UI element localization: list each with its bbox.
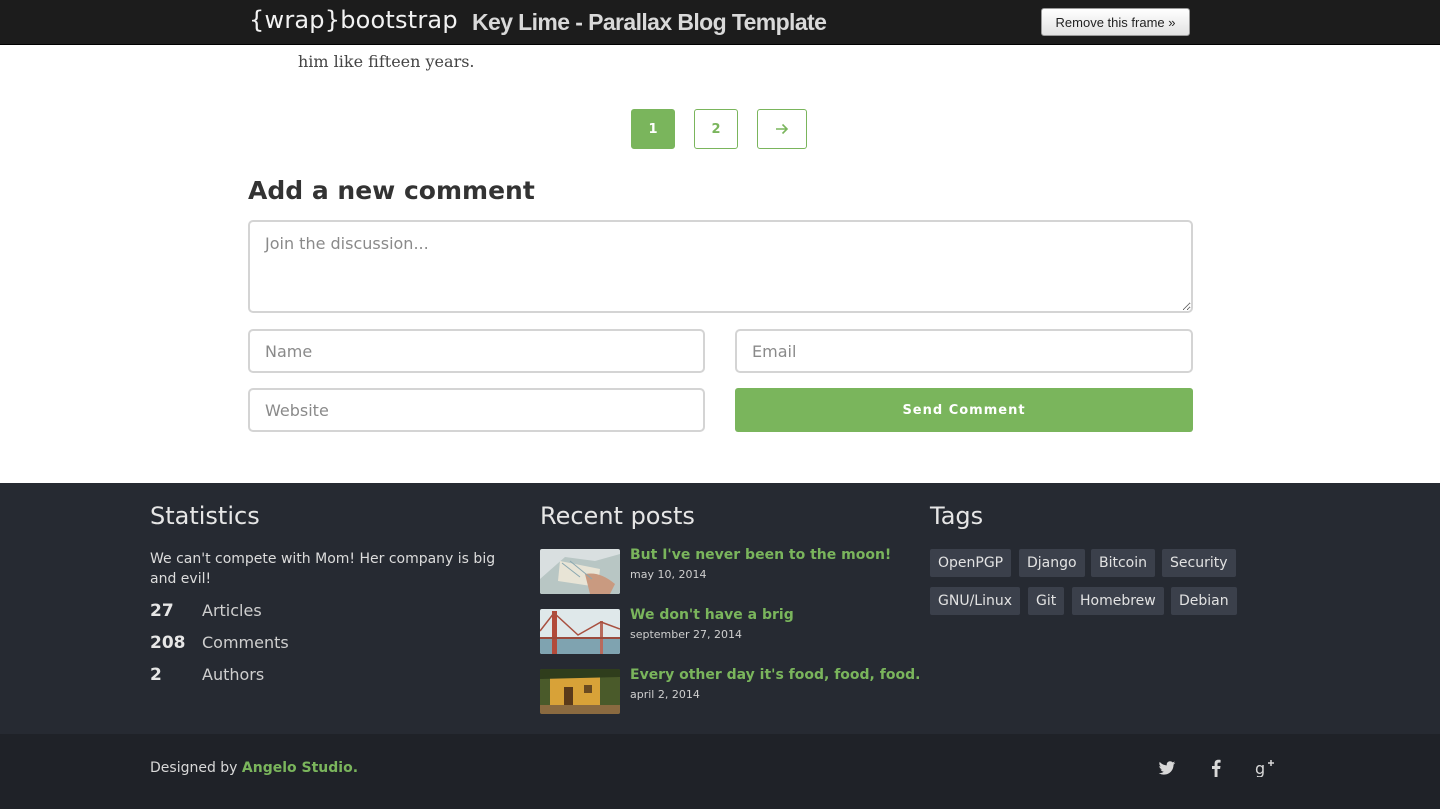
stat-value: 2 xyxy=(150,665,162,685)
arrow-right-icon xyxy=(776,123,789,135)
stat-comments: 208 Comments xyxy=(150,633,289,653)
statistics-description: We can't compete with Mom! Her company i… xyxy=(150,551,496,587)
next-page-button[interactable] xyxy=(757,109,807,149)
designed-by-label: Designed by xyxy=(150,760,238,776)
twitter-icon[interactable] xyxy=(1156,757,1178,779)
tag-security[interactable]: Security xyxy=(1162,549,1236,577)
tag-bitcoin[interactable]: Bitcoin xyxy=(1091,549,1156,577)
stat-label: Comments xyxy=(202,633,289,652)
post-date: april 2, 2014 xyxy=(630,688,700,701)
stat-value: 27 xyxy=(150,601,174,621)
page-1-button[interactable]: 1 xyxy=(631,109,675,149)
tag-git[interactable]: Git xyxy=(1028,587,1065,615)
designed-by: Designed by Angelo Studio. xyxy=(150,760,358,776)
google-plus-icon[interactable]: g xyxy=(1254,757,1276,779)
page-2-button[interactable]: 2 xyxy=(694,109,738,149)
email-field[interactable] xyxy=(735,329,1193,373)
tag-homebrew[interactable]: Homebrew xyxy=(1072,587,1164,615)
frame-title: Key Lime - Parallax Blog Template xyxy=(472,9,827,35)
brand-close-brace: } xyxy=(324,6,341,34)
post-date: may 10, 2014 xyxy=(630,568,707,581)
frame-topbar: {wrap}bootstrap Key Lime - Parallax Blog… xyxy=(0,0,1440,45)
recent-post-item: Every other day it's food, food, food. a… xyxy=(540,667,920,714)
statistics-title: Statistics xyxy=(150,502,260,530)
post-thumbnail[interactable] xyxy=(540,669,620,714)
recent-post-item: We don't have a brig september 27, 2014 xyxy=(540,607,900,654)
post-date: september 27, 2014 xyxy=(630,628,743,641)
article-text: him like fifteen years. xyxy=(298,52,475,71)
remove-frame-button[interactable]: Remove this frame » xyxy=(1041,8,1190,36)
post-title-link[interactable]: But I've never been to the moon! xyxy=(630,547,891,563)
stat-label: Articles xyxy=(202,601,262,620)
send-comment-button[interactable]: Send Comment xyxy=(735,388,1193,432)
tag-debian[interactable]: Debian xyxy=(1171,587,1237,615)
post-title-link[interactable]: Every other day it's food, food, food. xyxy=(630,667,920,683)
name-field[interactable] xyxy=(248,329,705,373)
stat-authors: 2 Authors xyxy=(150,665,264,685)
post-thumbnail[interactable] xyxy=(540,609,620,654)
stat-value: 208 xyxy=(150,633,186,653)
stat-articles: 27 Articles xyxy=(150,601,262,621)
post-thumbnail[interactable] xyxy=(540,549,620,594)
tag-gnu-linux[interactable]: GNU/Linux xyxy=(930,587,1021,615)
svg-text:g: g xyxy=(1255,759,1265,777)
tag-django[interactable]: Django xyxy=(1019,549,1085,577)
comment-form-title: Add a new comment xyxy=(248,176,535,205)
stat-label: Authors xyxy=(202,665,265,684)
brand-name: bootstrap xyxy=(340,6,458,34)
tags-title: Tags xyxy=(930,502,984,530)
tag-openpgp[interactable]: OpenPGP xyxy=(930,549,1012,577)
comment-message-field[interactable] xyxy=(248,220,1193,313)
brand-open-brace: { xyxy=(249,6,265,34)
recent-posts-title: Recent posts xyxy=(540,502,695,530)
studio-link[interactable]: Angelo Studio. xyxy=(242,760,358,776)
brand-wrap: wrap xyxy=(264,6,325,34)
post-title-link[interactable]: We don't have a brig xyxy=(630,607,794,623)
recent-post-item: But I've never been to the moon! may 10,… xyxy=(540,547,900,594)
wrapbootstrap-logo[interactable]: {wrap}bootstrap xyxy=(249,6,458,34)
website-field[interactable] xyxy=(248,388,705,432)
pagination: 1 2 xyxy=(631,109,807,149)
facebook-icon[interactable] xyxy=(1205,757,1227,779)
